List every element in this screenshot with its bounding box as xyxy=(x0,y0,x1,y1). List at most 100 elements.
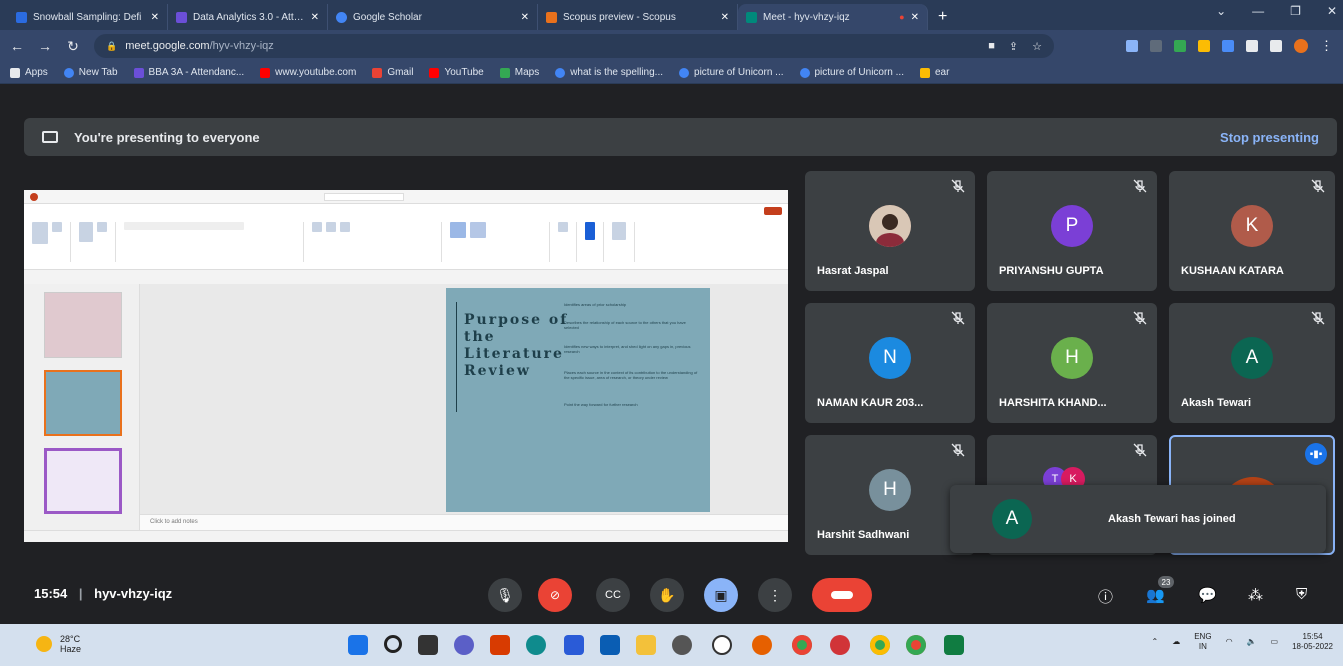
new-tab-button[interactable]: + xyxy=(928,4,957,30)
stop-presenting-button[interactable]: Stop presenting xyxy=(1220,130,1319,145)
present-button[interactable]: ▣ xyxy=(704,578,738,612)
raise-hand-button[interactable]: ✋ xyxy=(650,578,684,612)
bookmark-item[interactable]: picture of Unicorn ... xyxy=(799,67,904,78)
forward-icon[interactable]: → xyxy=(38,38,52,54)
chat-button[interactable]: 💬 xyxy=(1198,586,1217,604)
find-icon[interactable] xyxy=(558,222,568,232)
camera-icon[interactable]: ■ xyxy=(988,40,995,53)
paste-icon[interactable] xyxy=(32,222,48,244)
bookmark-item[interactable]: Maps xyxy=(499,67,539,78)
ribbon-icon[interactable] xyxy=(326,222,336,232)
browser-tab[interactable]: Scopus preview - Scopus ✕ xyxy=(538,4,738,30)
bookmark-item[interactable]: ear xyxy=(919,67,949,78)
extension-icon[interactable] xyxy=(1126,40,1138,52)
participant-tile[interactable]: N NAMAN KAUR 203... xyxy=(805,303,975,423)
app-icon[interactable] xyxy=(672,635,692,655)
new-slide-icon[interactable] xyxy=(79,222,93,242)
font-box[interactable] xyxy=(124,222,244,230)
participant-tile[interactable]: A Akash Tewari xyxy=(1169,303,1335,423)
browser-tab[interactable]: Google Scholar ✕ xyxy=(328,4,538,30)
mic-button[interactable]: 🎙 xyxy=(488,578,522,612)
browser-tab[interactable]: Snowball Sampling: Defi ✕ xyxy=(8,4,168,30)
ribbon-icon[interactable] xyxy=(340,222,350,232)
shapes-icon[interactable] xyxy=(450,222,466,238)
task-view-icon[interactable] xyxy=(418,635,438,655)
chrome-icon[interactable] xyxy=(906,635,926,655)
bookmark-item[interactable]: New Tab xyxy=(63,67,118,78)
search-icon[interactable] xyxy=(384,635,402,653)
slide-thumbnail[interactable] xyxy=(44,292,122,358)
file-explorer-icon[interactable] xyxy=(636,635,656,655)
close-tab-icon[interactable]: ✕ xyxy=(311,12,319,23)
ribbon-icon[interactable] xyxy=(52,222,62,232)
clock[interactable]: 15:54 18-05-2022 xyxy=(1292,632,1333,652)
office-app-icon[interactable] xyxy=(490,635,510,655)
bookmark-item[interactable]: BBA 3A - Attendanc... xyxy=(133,67,244,78)
arrange-icon[interactable] xyxy=(470,222,486,238)
reading-list-icon[interactable] xyxy=(1270,40,1282,52)
ribbon-icon[interactable] xyxy=(312,222,322,232)
wifi-icon[interactable]: ◠ xyxy=(1226,637,1233,647)
back-icon[interactable]: ← xyxy=(10,38,24,54)
participant-tile[interactable]: H HARSHITA KHAND... xyxy=(987,303,1157,423)
notes-pane[interactable]: Click to add notes xyxy=(140,514,788,530)
language-indicator[interactable]: ENG IN xyxy=(1194,632,1211,652)
chrome-icon[interactable] xyxy=(870,635,890,655)
leave-call-button[interactable] xyxy=(812,578,872,612)
weather-widget[interactable]: 28°C Haze xyxy=(36,634,81,654)
minimize-icon[interactable]: — xyxy=(1252,4,1264,18)
battery-icon[interactable]: ▭ xyxy=(1271,637,1279,647)
edge-icon[interactable] xyxy=(526,635,546,655)
bookmark-item[interactable]: picture of Unicorn ... xyxy=(679,67,784,78)
start-button-icon[interactable] xyxy=(348,635,368,655)
bookmark-item[interactable]: what is the spelling... xyxy=(555,67,663,78)
activities-button[interactable]: ⁂ xyxy=(1248,586,1263,604)
bookmark-item[interactable]: Gmail xyxy=(372,67,413,78)
store-icon[interactable] xyxy=(564,635,584,655)
dell-icon[interactable] xyxy=(712,635,732,655)
current-slide[interactable]: Purpose of the Literature Review Identif… xyxy=(446,288,710,512)
url-field[interactable]: 🔒 meet.google.com/hyv-vhzy-iqz ■ ⇪ ☆ xyxy=(94,34,1054,58)
close-window-icon[interactable]: ✕ xyxy=(1327,4,1337,18)
chat-app-icon[interactable] xyxy=(454,635,474,655)
chrome-icon[interactable] xyxy=(792,635,812,655)
excel-icon[interactable] xyxy=(944,635,964,655)
bookmark-item[interactable]: www.youtube.com xyxy=(260,67,356,78)
ribbon-icon[interactable] xyxy=(97,222,107,232)
extension-icon[interactable] xyxy=(1198,40,1210,52)
extension-icon[interactable] xyxy=(1174,40,1186,52)
bookmark-apps[interactable]: Apps xyxy=(10,67,48,78)
host-controls-button[interactable]: ⛨ xyxy=(1296,586,1307,603)
designer-icon[interactable] xyxy=(612,222,626,240)
browser-tab[interactable]: Data Analytics 3.0 - Atten ✕ xyxy=(168,4,328,30)
menu-kebab-icon[interactable]: ⋮ xyxy=(1320,38,1333,54)
slide-thumbnail[interactable] xyxy=(44,448,122,514)
close-tab-icon[interactable]: ✕ xyxy=(911,12,919,23)
reload-icon[interactable]: ↻ xyxy=(66,38,80,55)
extension-icon[interactable] xyxy=(1150,40,1162,52)
profile-avatar[interactable] xyxy=(1294,39,1308,53)
extensions-puzzle-icon[interactable] xyxy=(1246,40,1258,52)
participant-tile[interactable]: P PRIYANSHU GUPTA xyxy=(987,171,1157,291)
close-tab-icon[interactable]: ✕ xyxy=(151,12,159,23)
close-tab-icon[interactable]: ✕ xyxy=(521,12,529,23)
maximize-icon[interactable]: ❐ xyxy=(1290,4,1301,18)
tab-search-icon[interactable]: ⌄ xyxy=(1216,4,1226,18)
browser-tab-active[interactable]: Meet - hyv-vhzy-iqz ● ✕ xyxy=(738,4,928,30)
onedrive-icon[interactable]: ☁ xyxy=(1172,637,1180,647)
ppt-search-box[interactable] xyxy=(324,192,404,201)
extension-icon[interactable] xyxy=(1222,40,1234,52)
people-button[interactable]: 👥 xyxy=(1146,586,1165,604)
dictate-icon[interactable] xyxy=(585,222,595,240)
bookmark-item[interactable]: YouTube xyxy=(429,67,484,78)
ppt-share-button[interactable] xyxy=(764,207,782,215)
participant-tile[interactable]: K KUSHAAN KATARA xyxy=(1169,171,1335,291)
camera-off-button[interactable]: ⊘ xyxy=(538,578,572,612)
app-icon[interactable] xyxy=(830,635,850,655)
participant-tile[interactable]: Hasrat Jaspal xyxy=(805,171,975,291)
share-icon[interactable]: ⇪ xyxy=(1009,40,1018,53)
more-options-button[interactable]: ⋮ xyxy=(758,578,792,612)
firefox-icon[interactable] xyxy=(752,635,772,655)
mail-icon[interactable] xyxy=(600,635,620,655)
volume-icon[interactable]: 🔈 xyxy=(1247,637,1257,647)
